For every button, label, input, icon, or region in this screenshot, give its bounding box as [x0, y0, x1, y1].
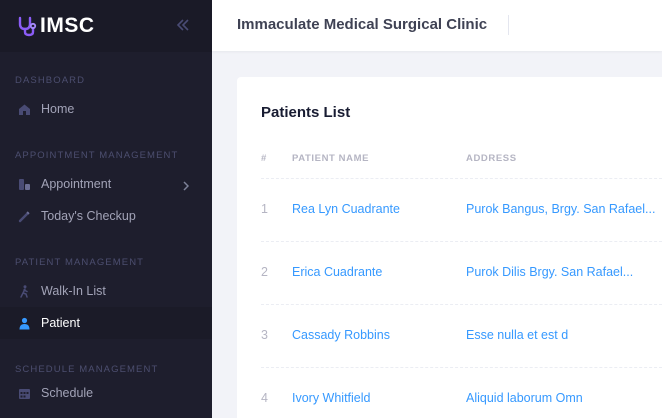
row-number: 1: [261, 202, 268, 216]
patient-address[interactable]: Aliquid laborum Omn: [466, 391, 583, 405]
collapse-sidebar-icon[interactable]: [176, 17, 190, 33]
home-icon: [17, 102, 31, 116]
column-header-address[interactable]: ADDRESS: [466, 153, 517, 164]
sidebar: IMSC DASHBOARD Home APPOINTMENT MANAGEME…: [0, 0, 212, 418]
brand-name[interactable]: IMSC: [40, 14, 95, 38]
table-row[interactable]: 1 Rea Lyn Cuadrante Purok Bangus, Brgy. …: [261, 178, 662, 241]
sidebar-item-walk-in-list[interactable]: Walk-In List: [0, 275, 212, 307]
sidebar-item-label: Walk-In List: [41, 284, 106, 298]
stethoscope-icon: [17, 15, 39, 37]
sidebar-item-label: Home: [41, 102, 75, 116]
sidebar-item-patient[interactable]: Patient: [0, 307, 212, 339]
calendar-icon: [17, 386, 31, 400]
chevron-right-icon: [183, 178, 190, 196]
syringe-icon: [17, 209, 31, 223]
section-schedule-management: SCHEDULE MANAGEMENT: [15, 364, 159, 375]
row-number: 3: [261, 328, 268, 342]
patient-name-link[interactable]: Ivory Whitfield: [292, 391, 371, 405]
patient-name-link[interactable]: Cassady Robbins: [292, 328, 390, 342]
sidebar-item-label: Schedule: [41, 386, 94, 400]
section-appointment-management: APPOINTMENT MANAGEMENT: [15, 150, 179, 161]
row-number: 4: [261, 391, 268, 405]
patient-name-link[interactable]: Erica Cuadrante: [292, 265, 382, 279]
appointment-icon: [17, 177, 31, 191]
patient-address[interactable]: Purok Bangus, Brgy. San Rafael...: [466, 202, 655, 216]
brand-header: IMSC: [0, 0, 212, 52]
page-title: Immaculate Medical Surgical Clinic: [237, 16, 488, 33]
patient-address[interactable]: Purok Dilis Brgy. San Rafael...: [466, 265, 633, 279]
table-row[interactable]: 4 Ivory Whitfield Aliquid laborum Omn: [261, 367, 662, 418]
patient-name-link[interactable]: Rea Lyn Cuadrante: [292, 202, 400, 216]
patients-card: Patients List # PATIENT NAME ADDRESS 1 R…: [237, 77, 662, 418]
sidebar-item-label: Patient: [41, 316, 80, 330]
header-divider: [508, 15, 509, 35]
table-row[interactable]: 2 Erica Cuadrante Purok Dilis Brgy. San …: [261, 241, 662, 304]
row-number: 2: [261, 265, 268, 279]
sidebar-item-schedule[interactable]: Schedule: [0, 377, 212, 409]
patient-address[interactable]: Esse nulla et est d: [466, 328, 568, 342]
card-title: Patients List: [261, 104, 351, 121]
table-row[interactable]: 3 Cassady Robbins Esse nulla et est d: [261, 304, 662, 367]
column-header-number: #: [261, 153, 267, 164]
sidebar-item-appointment[interactable]: Appointment: [0, 168, 212, 200]
sidebar-item-home[interactable]: Home: [0, 93, 212, 125]
section-dashboard: DASHBOARD: [15, 75, 86, 86]
top-header: Immaculate Medical Surgical Clinic: [212, 0, 662, 51]
sidebar-item-label: Appointment: [41, 177, 112, 191]
sidebar-item-label: Today's Checkup: [41, 209, 136, 223]
walking-icon: [17, 284, 31, 298]
section-patient-management: PATIENT MANAGEMENT: [15, 257, 145, 268]
sidebar-item-todays-checkup[interactable]: Today's Checkup: [0, 200, 212, 232]
column-header-patient-name[interactable]: PATIENT NAME: [292, 153, 369, 164]
user-icon: [17, 316, 31, 330]
